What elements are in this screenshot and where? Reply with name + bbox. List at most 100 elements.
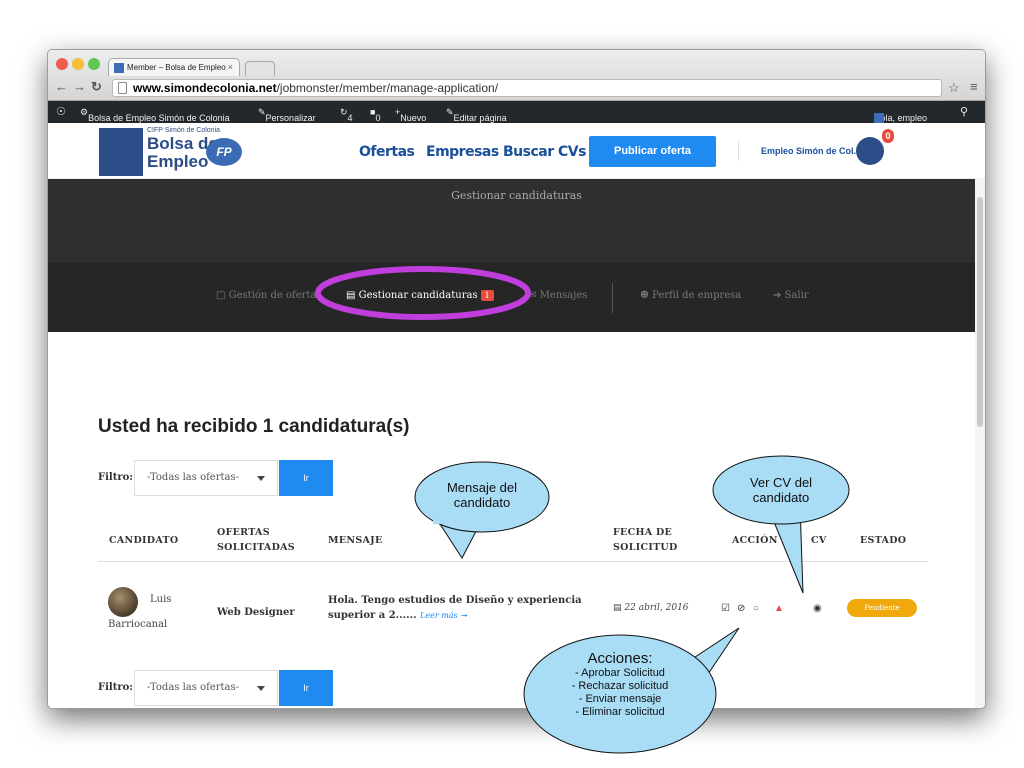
browser-tab[interactable]: Member – Bolsa de Empleo × [108, 58, 240, 76]
subnav-gestionar-candidaturas[interactable]: ▤ Gestionar candidaturas 1 [346, 290, 494, 301]
callout-mensaje-line2: candidato [453, 495, 511, 510]
tab-close-icon[interactable]: × [228, 62, 233, 72]
site-logo-emblem[interactable] [99, 128, 143, 176]
logo-fp-mark: FP [206, 138, 242, 166]
admin-site-link[interactable]: ⚙ Bolsa de Empleo Simón de Colonia [80, 107, 230, 123]
callout-cv-text: Ver CV del candidato [728, 475, 834, 505]
message-line1: Hola. Tengo estudios de Diseño y experie… [328, 595, 582, 606]
candidate-message: Hola. Tengo estudios de Diseño y experie… [328, 593, 582, 623]
url-domain: www.simondecolonia.net [133, 81, 277, 95]
candidate-first-name[interactable]: Luis [150, 594, 171, 605]
filter-select-value-top: -Todas las ofertas- [147, 472, 239, 483]
status-badge: Pendiente [847, 599, 917, 617]
applications-heading: Usted ha recibido 1 candidatura(s) [98, 416, 410, 437]
filter-select-value-bottom: -Todas las ofertas- [147, 682, 239, 693]
logo-empleo-text: Empleo [147, 152, 209, 171]
notification-badge: 0 [882, 129, 894, 143]
company-avatar[interactable] [856, 137, 884, 165]
reject-icon[interactable]: ⊘ [737, 603, 745, 614]
admin-updates-link[interactable]: ↻ 4 [340, 107, 353, 123]
read-more-link[interactable]: Leer más ➞ [420, 611, 467, 620]
nav-ofertas[interactable]: Ofertas [359, 144, 415, 160]
chevron-down-icon [257, 686, 265, 691]
company-name-link[interactable]: Empleo Simón de Col... [761, 146, 861, 156]
calendar-icon: ▤ [613, 603, 622, 613]
subnav-salir-label: Salir [784, 290, 809, 301]
callout-acciones-title: Acciones: [587, 650, 653, 667]
applied-job[interactable]: Web Designer [217, 607, 295, 618]
delete-icon[interactable]: ▲ [774, 603, 784, 614]
col-ofertas-line1: OFERTAS [217, 527, 270, 538]
filter-select-bottom[interactable]: -Todas las ofertas- [134, 670, 278, 706]
admin-site-name: Bolsa de Empleo Simón de Colonia [88, 113, 230, 123]
message-icon[interactable]: ○ [753, 603, 759, 614]
logo-cifp-text: CIFP Simón de Colonia [147, 127, 221, 134]
approve-icon[interactable]: ☑ [721, 603, 730, 614]
member-subnav: □ Gestión de ofertas ▤ Gestionar candida… [48, 263, 985, 332]
banner-title: Gestionar candidaturas [451, 189, 582, 202]
callout-acciones-line4: - Eliminar solicitud [575, 706, 665, 718]
forward-arrow-icon[interactable]: → [73, 79, 86, 94]
header-divider [738, 141, 739, 161]
nav-buscar-cvs[interactable]: Buscar CVs [503, 144, 586, 160]
nav-empresas[interactable]: Empresas [426, 144, 499, 160]
browser-chrome: Member – Bolsa de Empleo × ← → ↻ www.sim… [48, 50, 985, 101]
page-icon [118, 82, 127, 94]
candidaturas-count-badge: 1 [480, 290, 494, 301]
admin-search-icon[interactable]: ⚲ [960, 105, 968, 118]
wp-admin-bar: ☉ ⚙ Bolsa de Empleo Simón de Colonia ✎ P… [48, 101, 985, 123]
callout-acciones-line1: - Aprobar Solicitud [575, 667, 665, 679]
callout-acciones-line3: - Enviar mensaje [578, 693, 662, 705]
admin-customize-link[interactable]: ✎ Personalizar [258, 107, 316, 123]
site-favicon-icon [114, 63, 124, 73]
admin-customize-label: Personalizar [265, 113, 316, 123]
admin-new-link[interactable]: + Nuevo [395, 107, 426, 123]
candidate-avatar[interactable] [108, 587, 138, 617]
admin-avatar [874, 113, 884, 123]
subnav-mensajes[interactable]: ✉ Mensajes [528, 290, 587, 301]
publish-offer-button[interactable]: Publicar oferta [589, 136, 716, 167]
zoom-window-button[interactable] [88, 58, 100, 70]
tab-title: Member – Bolsa de Empleo [127, 63, 226, 72]
filter-label-bottom: Filtro: [98, 682, 133, 693]
filter-go-button-top[interactable]: Ir [279, 460, 333, 496]
col-fecha-line2: SOLICITUD [613, 542, 678, 553]
filter-go-button-bottom[interactable]: Ir [279, 670, 333, 706]
application-date: ▤ 22 abril, 2016 [613, 603, 689, 613]
new-tab-button[interactable] [245, 61, 275, 76]
admin-updates-count: 4 [347, 113, 353, 123]
scrollbar-thumb[interactable] [977, 197, 983, 427]
bookmark-star-icon[interactable]: ☆ [948, 80, 960, 96]
address-bar[interactable]: www.simondecolonia.net/jobmonster/member… [112, 79, 942, 97]
filter-label-top: Filtro: [98, 472, 133, 483]
close-window-button[interactable] [56, 58, 68, 70]
subnav-salir[interactable]: ➔ Salir [773, 290, 809, 301]
col-ofertas: OFERTAS SOLICITADAS [217, 525, 295, 555]
col-candidato: CANDIDATO [109, 535, 179, 546]
minimize-window-button[interactable] [72, 58, 84, 70]
col-estado: ESTADO [860, 535, 907, 546]
col-cv: CV [811, 535, 827, 546]
reload-icon[interactable]: ↻ [91, 79, 102, 95]
subnav-perfil-empresa[interactable]: ☻ Perfil de empresa [640, 290, 741, 301]
admin-comments-link[interactable]: ■ 0 [370, 107, 380, 123]
message-line2: superior a 2...... [328, 610, 417, 621]
admin-edit-page-label: Editar página [453, 113, 507, 123]
subnav-gestion-ofertas[interactable]: □ Gestión de ofertas [216, 290, 322, 301]
site-header: CIFP Simón de Colonia Bolsa de Empleo FP… [48, 123, 985, 179]
browser-menu-icon[interactable]: ≡ [970, 79, 978, 94]
admin-edit-page-link[interactable]: ✎ Editar página [446, 107, 507, 123]
back-arrow-icon[interactable]: ← [55, 79, 68, 94]
filter-select-top[interactable]: -Todas las ofertas- [134, 460, 278, 496]
col-fecha: FECHA DE SOLICITUD [613, 525, 678, 555]
subnav-gestion-ofertas-label: Gestión de ofertas [228, 290, 322, 301]
page-scrollbar[interactable] [975, 179, 985, 708]
view-cv-eye-icon[interactable]: ◉ [813, 603, 822, 614]
col-ofertas-line2: SOLICITADAS [217, 542, 295, 553]
url-path: /jobmonster/member/manage-application/ [276, 81, 499, 95]
admin-new-label: Nuevo [400, 113, 427, 123]
subnav-divider [612, 283, 613, 313]
candidate-last-name[interactable]: Barriocanal [108, 619, 167, 630]
wordpress-logo-icon[interactable]: ☉ [56, 105, 66, 118]
browser-window: Member – Bolsa de Empleo × ← → ↻ www.sim… [47, 49, 986, 709]
